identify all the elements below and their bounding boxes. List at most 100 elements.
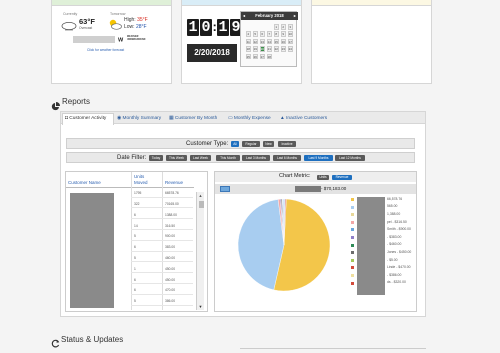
calendar-day[interactable]: 20 xyxy=(259,46,265,52)
calendar-icon: ▦ xyxy=(169,116,174,121)
legend-label: - $5.00 xyxy=(387,257,398,262)
high-value: 35°F xyxy=(137,17,148,23)
calendar-day[interactable]: 10 xyxy=(287,31,293,37)
calendar-day[interactable]: 18 xyxy=(245,46,251,52)
tab-inactive-customers[interactable]: ▲ Inactive Customers xyxy=(278,113,327,124)
chart-toggle-button[interactable] xyxy=(220,186,230,192)
tab-monthly-summary[interactable]: ◉ Monthly Summary xyxy=(115,113,161,124)
legend-label: Linde - $470.00 xyxy=(387,265,411,270)
date-filter-this-week[interactable]: This Week xyxy=(166,155,187,161)
calendar-day[interactable]: 28 xyxy=(266,53,272,60)
date-filter-last-week[interactable]: Last Week xyxy=(190,155,211,161)
table-scrollbar[interactable]: ▲ ▼ xyxy=(196,192,204,310)
chart-metric-revenue[interactable]: Revenue xyxy=(332,175,352,180)
table-row[interactable]: 6 470.00 xyxy=(131,286,193,295)
revenue-pie-chart[interactable] xyxy=(236,198,332,292)
calendar-day[interactable]: 6 xyxy=(259,31,265,37)
calendar-day[interactable]: 26 xyxy=(252,53,258,60)
units-cell: 6 xyxy=(134,277,136,282)
units-cell: 14 xyxy=(134,223,138,228)
units-cell: 6 xyxy=(134,288,136,293)
customer-type-new[interactable]: New xyxy=(263,141,274,147)
date-filter-this-month[interactable]: This Month xyxy=(216,155,240,161)
table-row[interactable]: 1 450.00 xyxy=(131,265,193,274)
scroll-down-arrow-icon[interactable]: ▼ xyxy=(199,304,203,309)
calendar-day[interactable]: 5 xyxy=(252,31,258,37)
calendar-day[interactable]: 21 xyxy=(266,46,272,52)
reports-title: Reports xyxy=(62,97,91,106)
legend-swatch xyxy=(351,236,354,239)
scroll-up-arrow-icon[interactable]: ▲ xyxy=(199,193,203,198)
calendar-day[interactable]: 9 xyxy=(280,31,286,37)
table-row[interactable]: 5 460.00 xyxy=(131,254,193,263)
table-row[interactable]: 6 383.00 xyxy=(131,243,193,252)
partly-sunny-icon xyxy=(108,17,122,30)
customer-names-redacted xyxy=(70,193,114,308)
calendar-day[interactable]: 27 xyxy=(259,53,265,60)
table-row[interactable]: 6 450.00 xyxy=(131,275,193,285)
calendar-day[interactable]: 16 xyxy=(280,38,286,45)
table-row[interactable]: 1795 66578.76 xyxy=(131,189,193,198)
calendar-day[interactable]: 24 xyxy=(287,46,293,52)
calendar-day[interactable]: 19 xyxy=(252,46,258,52)
legend-label: - $383.00 xyxy=(387,234,402,239)
chart-metric-units[interactable]: Units xyxy=(317,175,329,180)
tab-customer-activity[interactable]: ◘ Customer Activity xyxy=(63,113,106,124)
customer-type-all[interactable]: All xyxy=(231,141,239,147)
table-row[interactable]: 6 1388.00 xyxy=(131,211,193,220)
calendar-day[interactable]: 1 xyxy=(273,24,279,30)
chart-total-value: - $70,183.00 xyxy=(321,185,347,191)
today-condition: Overcast xyxy=(79,26,93,30)
tomorrow-high: High: 35°F xyxy=(124,17,148,23)
scroll-thumb[interactable] xyxy=(198,201,204,208)
date-filter-today[interactable]: Today xyxy=(149,155,163,161)
calendar-day[interactable]: 23 xyxy=(280,46,286,52)
date-filter-label: Date Filter: xyxy=(117,154,147,161)
customer-type-regular[interactable]: Regular xyxy=(242,141,260,147)
date-filter-last-6-months[interactable]: Last 6 Months xyxy=(273,155,301,161)
date-display: 2/20/2018 xyxy=(187,44,237,62)
legend-swatch xyxy=(351,205,354,209)
calendar-day[interactable]: 3 xyxy=(287,24,293,30)
legend-swatch xyxy=(351,198,354,201)
date-filter-last-3-months[interactable]: Last 3 Months xyxy=(242,155,270,161)
units-cell: 5 xyxy=(134,299,136,304)
legend-label: pel - $316.50 xyxy=(387,219,407,224)
calendar-day[interactable]: 17 xyxy=(287,38,293,45)
legend-swatch xyxy=(351,266,354,270)
calendar-day[interactable]: 2 xyxy=(280,24,286,30)
legend-swatch xyxy=(351,258,354,262)
date-filter-last-12-months[interactable]: Last 12 Months xyxy=(335,155,365,161)
tab-monthly-expense[interactable]: ▭ Monthly Expense xyxy=(226,113,271,124)
table-row[interactable]: 5 386.00 xyxy=(131,297,193,306)
calendar-day[interactable]: 4 xyxy=(245,31,251,37)
calendar-day[interactable]: 13 xyxy=(259,38,265,45)
calendar-day[interactable]: 8 xyxy=(273,31,279,37)
tab-customer-by-month[interactable]: ▦ Customer By Month xyxy=(167,113,217,124)
date-filter-last-9-months[interactable]: Last 9 Months xyxy=(304,155,333,161)
warning-icon: ▲ xyxy=(280,116,285,121)
clock-digit-2: 0 xyxy=(200,19,212,36)
calendar-day[interactable]: 15 xyxy=(273,38,279,45)
calendar-day[interactable]: 22 xyxy=(273,46,279,52)
mini-calendar: ◂ February 2018 ▸ 1 2 3 4 5 6 7 8 9 10 11 12 13 14 15 1… xyxy=(240,11,298,67)
calendar-day[interactable]: 11 xyxy=(245,38,251,45)
col-header-units-moved[interactable]: Units Moved xyxy=(134,174,150,185)
customer-type-inactive[interactable]: Inactive xyxy=(278,141,296,147)
revenue-cell: 450.00 xyxy=(165,266,176,271)
col-header-customer-name[interactable]: Customer Name xyxy=(68,180,101,186)
calendar-day[interactable]: 7 xyxy=(266,31,272,37)
table-row[interactable]: 322 70165.00 xyxy=(131,200,193,209)
calendar-day[interactable]: 14 xyxy=(266,38,272,45)
revenue-cell: 70165.00 xyxy=(165,201,179,206)
revenue-cell: 316.50 xyxy=(165,223,176,228)
legend-label: ds - $320.00 xyxy=(387,280,406,285)
table-row[interactable]: 14 316.50 xyxy=(131,221,193,231)
forecast-link[interactable]: Click for weather forecast xyxy=(87,48,124,52)
calendar-day[interactable]: 25 xyxy=(245,53,251,60)
table-row[interactable]: 5 900.00 xyxy=(131,232,193,241)
col-header-revenue[interactable]: Revenue xyxy=(165,180,183,186)
calendar-day[interactable]: 12 xyxy=(252,38,258,45)
chart-total-redacted xyxy=(295,186,321,192)
revenue-cell: 66578.76 xyxy=(165,191,179,196)
